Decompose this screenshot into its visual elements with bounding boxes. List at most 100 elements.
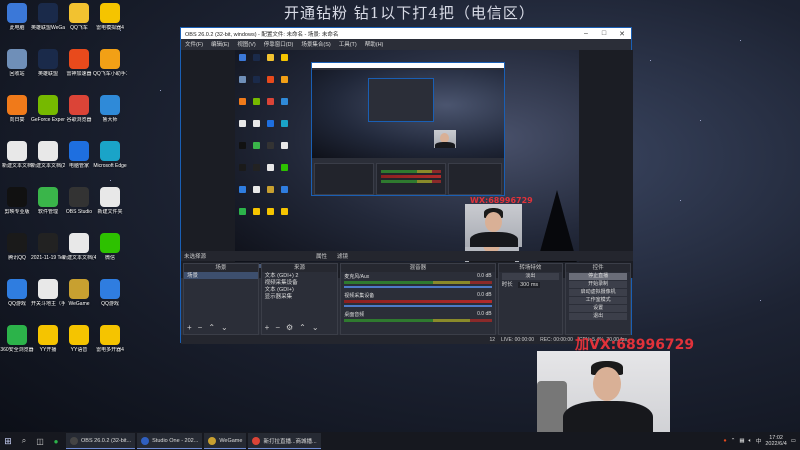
desktop-icon[interactable]: 回收站: [0, 49, 34, 77]
remove-icon[interactable]: −: [198, 323, 203, 332]
add-icon[interactable]: +: [187, 323, 192, 332]
search-icon[interactable]: ⌕: [16, 432, 32, 450]
add-icon[interactable]: +: [265, 323, 270, 332]
desktop-icon[interactable]: 谷歌浏览器: [62, 95, 96, 123]
volume-slider[interactable]: [344, 305, 492, 307]
desktop-icon[interactable]: YY语音: [62, 325, 96, 353]
tray-icon[interactable]: ⌃: [731, 438, 736, 444]
desktop-icon[interactable]: GeForce Experience: [31, 95, 65, 123]
duration-input[interactable]: 300 ms: [518, 282, 541, 288]
desktop-icon[interactable]: YY开播: [31, 325, 65, 353]
sources-header: 来源: [261, 264, 338, 272]
transition-select[interactable]: 淡出: [501, 273, 560, 280]
studio-mode-button[interactable]: 工作室模式: [569, 297, 627, 304]
obs-preview-canvas[interactable]: [181, 50, 633, 278]
desktop-icon[interactable]: 雷神加速器: [62, 49, 96, 77]
desktop-icon[interactable]: 软件管理: [31, 187, 65, 215]
chrome-icon: [252, 436, 261, 445]
preview-mini-icon: [239, 142, 246, 149]
desktop-icon[interactable]: 向日葵: [0, 95, 34, 123]
taskbar-task-button[interactable]: Studio One - 202...: [137, 433, 203, 449]
taskbar-task-button[interactable]: WeGame: [204, 433, 247, 449]
desktop-icon-label: 雷电模拟器4: [96, 25, 124, 31]
desktop-icon[interactable]: 此电脑: [0, 3, 34, 31]
maximize-icon[interactable]: □: [595, 30, 613, 38]
windows-start-icon[interactable]: ⊞: [0, 432, 16, 450]
desktop-icon[interactable]: 360安全浏览器: [0, 325, 34, 353]
source-item[interactable]: 显示器采集: [262, 293, 338, 300]
desktop-icon[interactable]: QQ游戏: [0, 279, 34, 307]
minimize-icon[interactable]: –: [577, 30, 595, 38]
volume-icon[interactable]: 🔈︎: [749, 438, 752, 445]
filters-button[interactable]: 滤镜: [337, 252, 348, 260]
desktop-icon[interactable]: 微信: [93, 233, 127, 261]
ime-icon[interactable]: 中: [756, 437, 762, 445]
menu-tools[interactable]: 工具(T): [339, 40, 357, 48]
desktop-icon[interactable]: 鲁大师: [93, 95, 127, 123]
desktop-icon-label: 360安全浏览器: [0, 347, 34, 353]
desktop-icon[interactable]: 剪映专业版: [0, 187, 34, 215]
menu-view[interactable]: 视图(V): [237, 40, 255, 48]
menu-help[interactable]: 帮助(H): [365, 40, 384, 48]
computer-icon: [7, 3, 27, 23]
volume-slider[interactable]: [344, 286, 492, 288]
menu-edit[interactable]: 编辑(E): [211, 40, 229, 48]
channel-db: 0.0 dB: [477, 311, 492, 317]
desktop-icon[interactable]: WeGame: [62, 279, 96, 307]
desktop-icon[interactable]: OBS Studio: [62, 187, 96, 215]
obs-titlebar[interactable]: OBS 26.0.2 (32-bit, windows) - 配置文件: 未命名…: [181, 28, 631, 39]
desktop-icon[interactable]: 新建文本文档(2): [31, 141, 65, 169]
tray-icon[interactable]: ●: [723, 438, 726, 444]
properties-button[interactable]: 属性: [316, 252, 327, 260]
desktop-icon[interactable]: 腾讯QQ: [0, 233, 34, 261]
desktop-icon[interactable]: 新建文本文档: [0, 141, 34, 169]
menu-file[interactable]: 文件(F): [185, 40, 203, 48]
desktop-icon[interactable]: 开关斗地主（手游电脑版）: [31, 279, 65, 307]
volume-meter: [344, 319, 492, 322]
exit-button[interactable]: 退出: [569, 313, 627, 320]
source-item[interactable]: 文本 (GDI+) 2: [262, 272, 338, 279]
scene-item[interactable]: 场景: [184, 272, 258, 279]
desktop-icon[interactable]: 新建文件夹: [93, 187, 127, 215]
desktop-icon[interactable]: QQ飞车小助手工具: [93, 49, 127, 77]
taskbar-task-button[interactable]: 新打拉直播...商城播...: [248, 433, 321, 449]
desktop-icon[interactable]: 2021-11-19 Team AR...: [31, 233, 65, 261]
volume-meter: [344, 300, 492, 303]
task-view-icon[interactable]: ◫: [32, 432, 48, 450]
menu-docks[interactable]: 停靠窗口(D): [264, 40, 294, 48]
gear-icon[interactable]: ⚙: [286, 323, 293, 332]
webcam-overlay-main: [537, 351, 670, 438]
desktop-icon[interactable]: 电脑管家: [62, 141, 96, 169]
desktop-icon[interactable]: Microsoft Edge: [93, 141, 127, 169]
source-item[interactable]: 文本 (GDI+): [262, 286, 338, 293]
remove-icon[interactable]: −: [275, 323, 280, 332]
desktop-icon[interactable]: 新建文本文档(4): [62, 233, 96, 261]
taskbar-clock[interactable]: 17:02 2022/6/4: [765, 435, 786, 447]
preview-mini-icon: [267, 186, 274, 193]
desktop-icon[interactable]: 英雄联盟WeGame版: [31, 3, 65, 31]
stop-streaming-button[interactable]: 停止直播: [569, 273, 627, 280]
desktop-icon[interactable]: 雷电多开器4: [93, 325, 127, 353]
close-icon[interactable]: ✕: [613, 30, 631, 38]
source-item[interactable]: 视频采集设备: [262, 279, 338, 286]
virtual-camera-button[interactable]: 启动虚拟摄像机: [569, 289, 627, 296]
start-recording-button[interactable]: 开始录制: [569, 281, 627, 288]
obs-window[interactable]: OBS 26.0.2 (32-bit, windows) - 配置文件: 未命名…: [180, 27, 633, 344]
desktop-icon[interactable]: 雷电模拟器4: [93, 3, 127, 31]
channel-db: 0.0 dB: [477, 292, 492, 298]
move-up-icon[interactable]: ⌃: [208, 323, 215, 332]
desktop-icon-label: QQ游戏: [101, 301, 119, 307]
network-icon[interactable]: ▦: [739, 438, 744, 444]
settings-button[interactable]: 设置: [569, 305, 627, 312]
notification-icon[interactable]: ▭: [791, 438, 796, 444]
desktop-icon[interactable]: QQ游戏: [93, 279, 127, 307]
360-icon[interactable]: ●: [48, 432, 64, 450]
move-down-icon[interactable]: ⌄: [312, 323, 319, 332]
obs-statusbar: 12 LIVE: 00:00:00 REC: 00:00:00 CPU: 5.4…: [181, 335, 633, 344]
taskbar-task-button[interactable]: OBS 26.0.2 (32-bit...: [66, 433, 136, 449]
desktop-icon[interactable]: QQ飞车: [62, 3, 96, 31]
move-down-icon[interactable]: ⌄: [221, 323, 228, 332]
desktop-icon[interactable]: 英雄联盟: [31, 49, 65, 77]
move-up-icon[interactable]: ⌃: [299, 323, 306, 332]
menu-scene-collection[interactable]: 场景集合(S): [301, 40, 330, 48]
